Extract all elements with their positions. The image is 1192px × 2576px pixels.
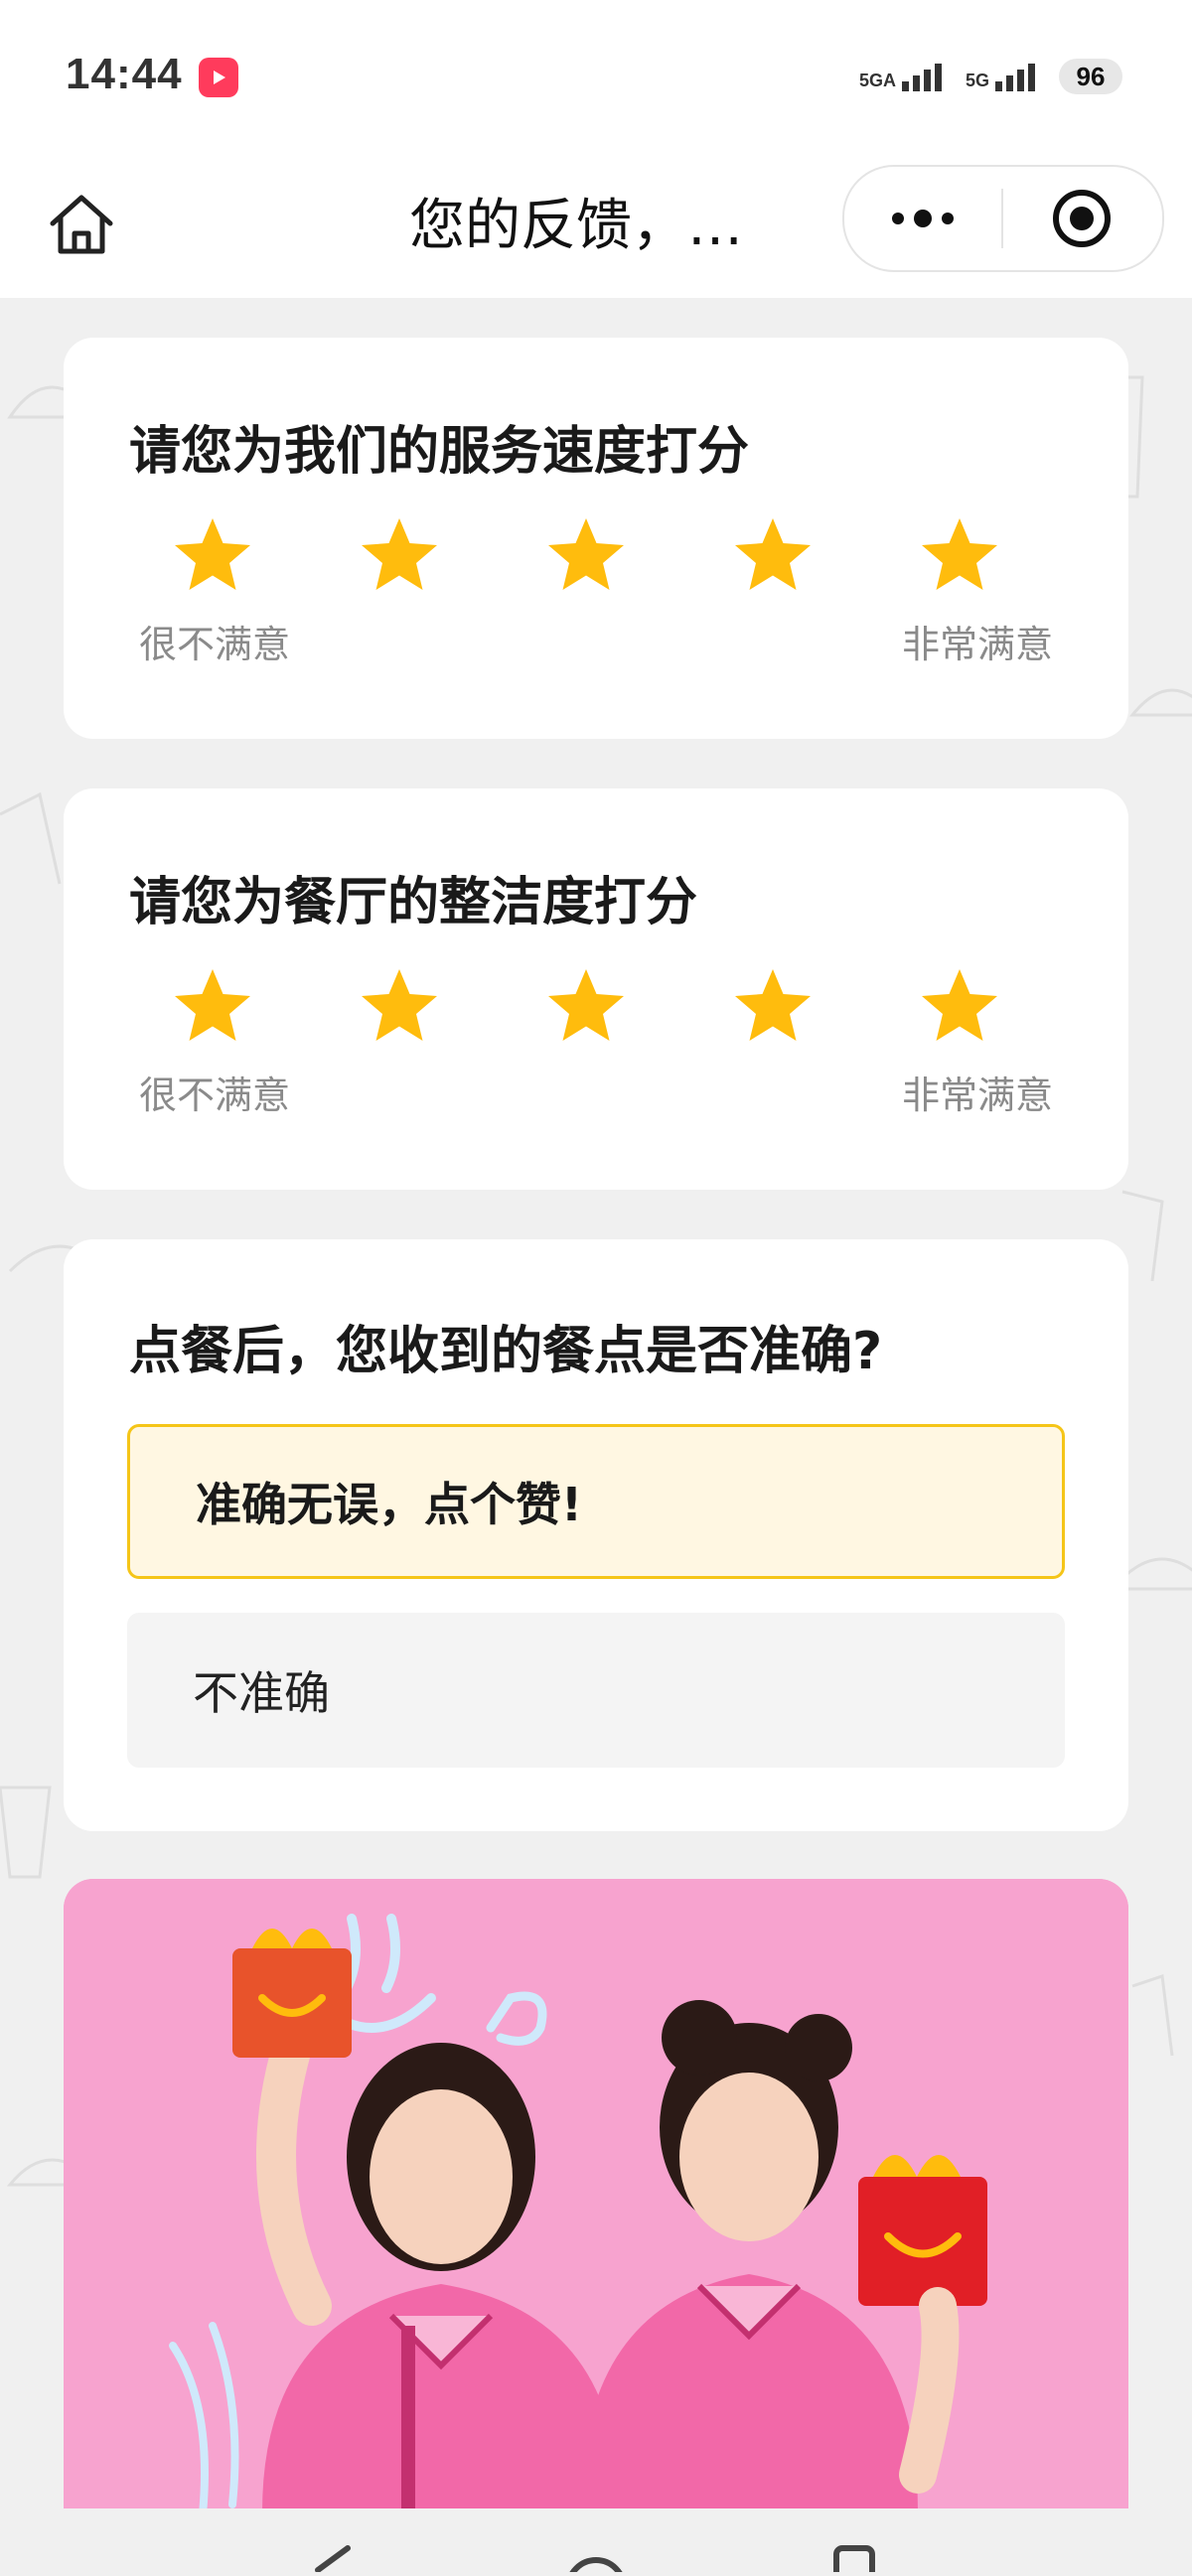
order-accuracy-card: 点餐后，您收到的餐点是否准确? 准确无误，点个赞! 不准确 bbox=[64, 1239, 1128, 1831]
star-5-icon[interactable] bbox=[918, 965, 1001, 1049]
star-rating bbox=[141, 965, 1055, 1055]
rating-card-cleanliness: 请您为餐厅的整洁度打分 很不满意 非常满意 bbox=[64, 788, 1128, 1190]
min-label: 很不满意 bbox=[139, 1073, 291, 1117]
network-type-1: 5GA bbox=[858, 71, 896, 90]
battery-icon: 96 bbox=[1059, 59, 1122, 94]
star-2-icon[interactable] bbox=[358, 514, 441, 598]
star-1-icon[interactable] bbox=[171, 965, 254, 1049]
home-circle-icon bbox=[567, 2557, 625, 2576]
star-3-icon[interactable] bbox=[544, 965, 628, 1049]
home-button[interactable] bbox=[42, 185, 121, 264]
back-icon bbox=[315, 2545, 351, 2573]
option-label: 准确无误，点个赞! bbox=[196, 1478, 582, 1531]
promo-banner-image bbox=[64, 1879, 1128, 2512]
mini-program-nav-bar: 您的反馈，… bbox=[0, 159, 1192, 298]
recents-icon bbox=[833, 2545, 875, 2576]
close-mini-program-button[interactable] bbox=[1003, 167, 1160, 270]
card-title: 点餐后，您收到的餐点是否准确? bbox=[129, 1322, 883, 1381]
signal-5ga-icon: 5GA bbox=[859, 62, 946, 91]
status-time: 14:44 bbox=[66, 50, 183, 98]
signal-5g-icon: 5G bbox=[966, 62, 1039, 91]
system-navigation-bar bbox=[0, 2508, 1192, 2576]
promo-illustration bbox=[64, 1879, 1128, 2512]
option-inaccurate[interactable]: 不准确 bbox=[127, 1613, 1065, 1768]
star-rating bbox=[141, 514, 1055, 604]
status-indicators: 5GA 5G 96 bbox=[859, 52, 1122, 101]
network-type-2: 5G bbox=[965, 71, 989, 90]
rating-card-service-speed: 请您为我们的服务速度打分 很不满意 非常满意 bbox=[64, 338, 1128, 739]
card-title: 请您为餐厅的整洁度打分 bbox=[129, 873, 698, 932]
option-label: 不准确 bbox=[193, 1666, 330, 1720]
page-title: 您的反馈，… bbox=[409, 194, 743, 258]
target-close-icon bbox=[1053, 190, 1111, 247]
star-2-icon[interactable] bbox=[358, 965, 441, 1049]
max-label: 非常满意 bbox=[901, 1073, 1053, 1117]
star-4-icon[interactable] bbox=[731, 514, 815, 598]
more-button[interactable] bbox=[844, 167, 1001, 270]
star-5-icon[interactable] bbox=[918, 514, 1001, 598]
option-accurate[interactable]: 准确无误，点个赞! bbox=[127, 1424, 1065, 1579]
card-title: 请您为我们的服务速度打分 bbox=[129, 422, 750, 482]
min-label: 很不满意 bbox=[139, 623, 291, 666]
status-bar: 14:44 5GA 5G 96 bbox=[0, 0, 1192, 159]
video-app-notification-icon bbox=[199, 58, 238, 97]
star-1-icon[interactable] bbox=[171, 514, 254, 598]
max-label: 非常满意 bbox=[901, 623, 1053, 666]
capsule-menu bbox=[842, 165, 1164, 272]
star-3-icon[interactable] bbox=[544, 514, 628, 598]
more-dots-icon bbox=[892, 210, 954, 227]
home-icon bbox=[50, 195, 113, 254]
star-4-icon[interactable] bbox=[731, 965, 815, 1049]
